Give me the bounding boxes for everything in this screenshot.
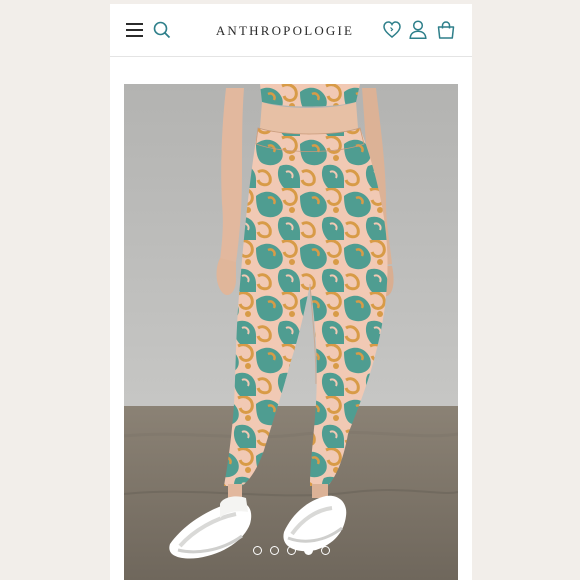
carousel-dot-5[interactable] [320,546,330,555]
brand-logo[interactable]: ANTHROPOLOGIE [200,23,370,39]
shopping-bag-icon[interactable] [437,21,455,39]
carousel-dot-2[interactable] [269,546,279,555]
product-image[interactable] [124,84,458,580]
carousel-dots [124,546,458,555]
heart-icon[interactable] [383,21,401,38]
carousel-dot-3[interactable] [286,546,296,555]
carousel-dot-4[interactable] [303,546,313,555]
search-icon[interactable] [153,21,171,39]
mobile-page: ANTHROPOLOGIE [110,4,472,580]
user-icon[interactable] [409,20,427,39]
menu-icon[interactable] [126,23,143,37]
site-header: ANTHROPOLOGIE [110,4,472,57]
carousel-dot-1[interactable] [252,546,262,555]
